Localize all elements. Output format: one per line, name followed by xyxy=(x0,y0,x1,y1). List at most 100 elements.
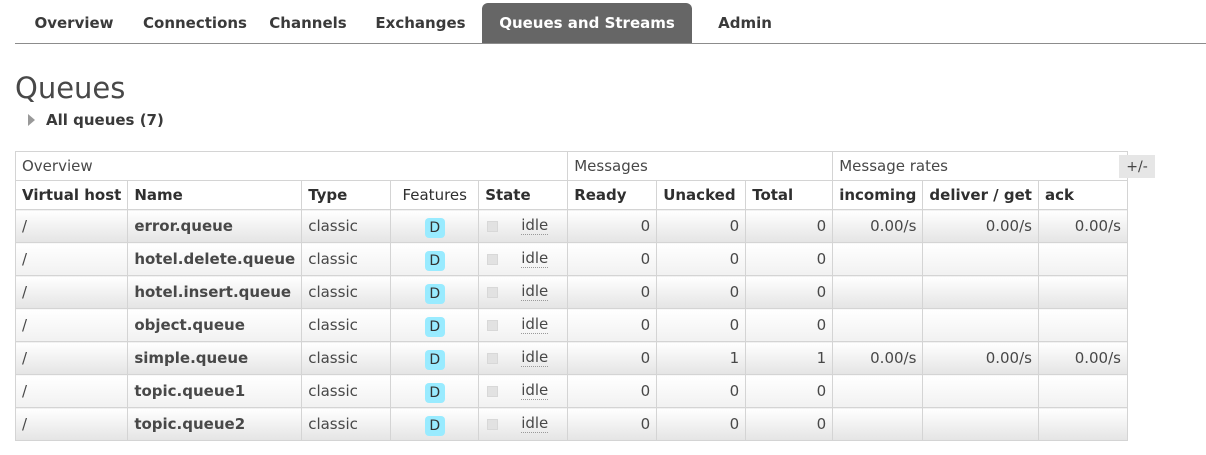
vhost-cell: / xyxy=(14,209,129,243)
col-total[interactable]: Total xyxy=(745,180,834,210)
features-cell: D xyxy=(390,275,480,309)
tab-overview[interactable]: Overview xyxy=(15,3,133,43)
durable-badge: D xyxy=(424,218,445,238)
unacked-cell: 0 xyxy=(656,407,747,441)
ready-cell: 0 xyxy=(567,407,658,441)
state-text: idle xyxy=(521,348,549,367)
queue-name-link[interactable]: topic.queue2 xyxy=(127,407,303,441)
state-cell: idle xyxy=(478,308,569,342)
unacked-cell: 0 xyxy=(656,209,747,243)
table-row: / simple.queue classic Didle 0 1 1 0.00/s 0.00/s… xyxy=(14,341,1128,375)
ready-cell: 0 xyxy=(567,209,658,243)
deliver-rate-cell xyxy=(922,374,1039,408)
tab-admin[interactable]: Admin xyxy=(692,3,798,43)
state-square-icon xyxy=(487,286,499,298)
col-incoming[interactable]: incoming xyxy=(832,180,924,210)
column-toggle-button[interactable]: +/- xyxy=(1119,155,1155,178)
state-square-icon xyxy=(487,319,499,331)
state-square-icon xyxy=(487,418,499,430)
state-cell: idle xyxy=(478,242,569,276)
type-cell: classic xyxy=(301,242,392,276)
queue-name-link[interactable]: topic.queue1 xyxy=(127,374,303,408)
vhost-cell: / xyxy=(14,341,129,375)
table-row: / topic.queue2 classic Didle 0 0 0 xyxy=(14,407,1128,441)
col-deliver-get[interactable]: deliver / get xyxy=(922,180,1039,210)
queue-name-link[interactable]: hotel.delete.queue xyxy=(127,242,303,276)
ack-rate-cell xyxy=(1037,407,1128,441)
col-features: Features xyxy=(390,180,480,210)
state-cell: idle xyxy=(478,374,569,408)
tab-exchanges[interactable]: Exchanges xyxy=(359,3,482,43)
state-cell: idle xyxy=(478,209,569,243)
features-cell: D xyxy=(390,308,480,342)
total-cell: 0 xyxy=(745,275,834,309)
table-row: / hotel.insert.queue classic Didle 0 0 0 xyxy=(14,275,1128,309)
incoming-rate-cell xyxy=(832,242,924,276)
deliver-rate-cell xyxy=(922,275,1039,309)
total-cell: 0 xyxy=(745,374,834,408)
table-row: / error.queue classic Didle 0 0 0 0.00/s 0.00/s 0… xyxy=(14,209,1128,243)
state-text: idle xyxy=(521,381,549,400)
incoming-rate-cell xyxy=(832,407,924,441)
features-cell: D xyxy=(390,407,480,441)
incoming-rate-cell xyxy=(832,275,924,309)
col-state[interactable]: State xyxy=(478,180,569,210)
durable-badge: D xyxy=(424,350,445,370)
features-cell: D xyxy=(390,242,480,276)
tab-queues-and-streams[interactable]: Queues and Streams xyxy=(482,3,692,43)
durable-badge: D xyxy=(424,284,445,304)
ready-cell: 0 xyxy=(567,341,658,375)
unacked-cell: 0 xyxy=(656,308,747,342)
table-row: / object.queue classic Didle 0 0 0 xyxy=(14,308,1128,342)
queue-name-link[interactable]: hotel.insert.queue xyxy=(127,275,303,309)
durable-badge: D xyxy=(424,383,445,403)
col-ack[interactable]: ack xyxy=(1037,180,1128,210)
table-row: / topic.queue1 classic Didle 0 0 0 xyxy=(14,374,1128,408)
type-cell: classic xyxy=(301,374,392,408)
main-nav: Overview Connections Channels Exchanges … xyxy=(15,0,1206,44)
durable-badge: D xyxy=(424,317,445,337)
type-cell: classic xyxy=(301,407,392,441)
ack-rate-cell xyxy=(1037,242,1128,276)
col-unacked[interactable]: Unacked xyxy=(656,180,747,210)
type-cell: classic xyxy=(301,209,392,243)
queue-name-link[interactable]: error.queue xyxy=(127,209,303,243)
vhost-cell: / xyxy=(14,308,129,342)
ready-cell: 0 xyxy=(567,308,658,342)
ready-cell: 0 xyxy=(567,275,658,309)
queue-name-link[interactable]: simple.queue xyxy=(127,341,303,375)
col-ready[interactable]: Ready xyxy=(567,180,658,210)
state-square-icon xyxy=(487,253,499,265)
total-cell: 1 xyxy=(745,341,834,375)
ack-rate-cell: 0.00/s xyxy=(1037,209,1128,243)
deliver-rate-cell xyxy=(922,242,1039,276)
all-queues-toggle[interactable]: All queues (7) xyxy=(28,109,164,131)
vhost-cell: / xyxy=(14,407,129,441)
table-row: / hotel.delete.queue classic Didle 0 0 0 xyxy=(14,242,1128,276)
state-text: idle xyxy=(521,315,549,334)
deliver-rate-cell xyxy=(922,308,1039,342)
unacked-cell: 0 xyxy=(656,275,747,309)
col-virtual-host[interactable]: Virtual host xyxy=(14,180,129,210)
tab-channels[interactable]: Channels xyxy=(257,3,359,43)
deliver-rate-cell: 0.00/s xyxy=(922,209,1039,243)
state-square-icon xyxy=(487,220,499,232)
incoming-rate-cell xyxy=(832,308,924,342)
unacked-cell: 0 xyxy=(656,242,747,276)
total-cell: 0 xyxy=(745,242,834,276)
state-square-icon xyxy=(487,385,499,397)
tab-connections[interactable]: Connections xyxy=(133,3,257,43)
col-name[interactable]: Name xyxy=(127,180,303,210)
state-cell: idle xyxy=(478,341,569,375)
group-message-rates: Message rates xyxy=(832,151,1128,181)
queue-name-link[interactable]: object.queue xyxy=(127,308,303,342)
ack-rate-cell xyxy=(1037,275,1128,309)
total-cell: 0 xyxy=(745,407,834,441)
col-type[interactable]: Type xyxy=(301,180,392,210)
features-cell: D xyxy=(390,341,480,375)
state-text: idle xyxy=(521,282,549,301)
group-messages: Messages xyxy=(567,151,834,181)
type-cell: classic xyxy=(301,341,392,375)
incoming-rate-cell xyxy=(832,374,924,408)
group-overview: Overview xyxy=(14,151,569,181)
